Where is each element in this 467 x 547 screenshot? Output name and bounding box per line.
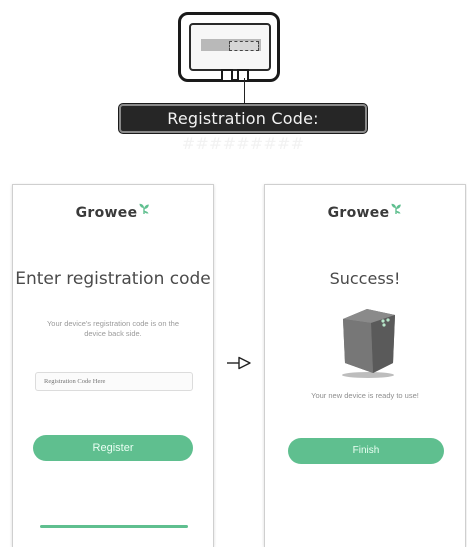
brand-name: Growee xyxy=(327,205,390,221)
callout-line xyxy=(244,78,245,104)
page-title: Enter registration code xyxy=(15,269,211,289)
success-title: Success! xyxy=(329,269,401,288)
registration-code-callout: Registration Code: ######### xyxy=(119,104,367,153)
leaf-icon xyxy=(391,203,402,214)
instruction-text: Your device's registration code is on th… xyxy=(46,319,180,338)
brand-logo: Growee xyxy=(265,203,465,222)
progress-underline xyxy=(40,525,188,528)
register-button[interactable]: Register xyxy=(33,435,193,461)
register-screen: Growee Enter registration code Your devi… xyxy=(12,184,214,547)
arrow-right-icon xyxy=(227,356,251,370)
finish-button[interactable]: Finish xyxy=(288,438,444,464)
device-panel xyxy=(189,23,271,71)
success-caption: Your new device is ready to use! xyxy=(311,391,419,400)
brand-name: Growee xyxy=(75,205,138,221)
leaf-icon xyxy=(139,203,150,214)
registration-code-input[interactable] xyxy=(35,372,193,391)
code-location-box xyxy=(229,41,259,51)
device-port-right xyxy=(237,69,249,82)
brand-logo: Growee xyxy=(13,203,213,222)
success-screen: Growee Success! Your new device is ready… xyxy=(264,184,466,547)
device-port-left xyxy=(221,69,233,82)
growee-device-icon xyxy=(342,309,395,378)
